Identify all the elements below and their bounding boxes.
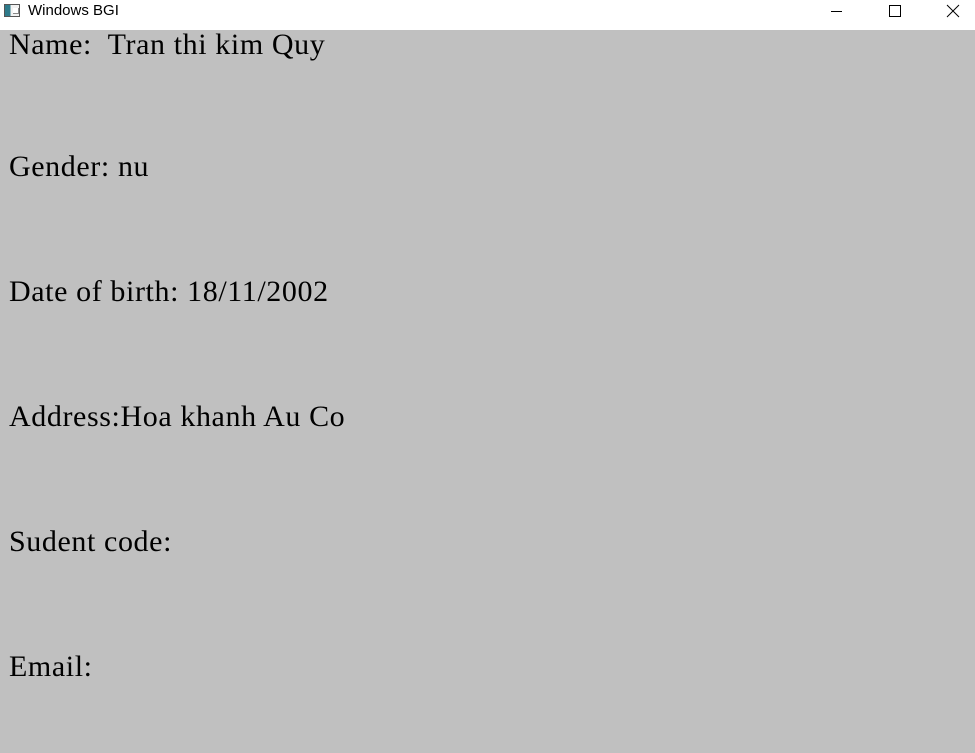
maximize-button[interactable] (866, 0, 924, 22)
name-separator (92, 28, 108, 61)
date-of-birth-label: Date of birth: (9, 275, 180, 308)
email-label: Email: (9, 650, 93, 683)
email-line: Email: (9, 650, 93, 684)
date-of-birth-line: Date of birth: 18/11/2002 (9, 275, 329, 309)
close-button[interactable] (924, 0, 975, 22)
window-title: Windows BGI (28, 2, 119, 19)
date-of-birth-value: 18/11/2002 (187, 275, 329, 308)
address-label: Address: (9, 400, 121, 433)
date-of-birth-separator (179, 275, 187, 308)
address-line: Address:Hoa khanh Au Co (9, 400, 345, 434)
bgi-window: Windows BGI Name: Tran thi kim Quy Gende… (0, 0, 975, 753)
gender-line: Gender: nu (9, 150, 149, 184)
name-line: Name: Tran thi kim Quy (9, 28, 325, 62)
student-code-label: Sudent code: (9, 525, 173, 558)
bgi-canvas: Name: Tran thi kim Quy Gender: nu Date o… (0, 28, 975, 753)
bgi-window-icon[interactable] (4, 4, 20, 17)
gender-value: nu (117, 150, 150, 183)
close-icon (946, 4, 960, 18)
address-value: Hoa khanh Au Co (120, 400, 346, 433)
name-value: Tran thi kim Quy (107, 28, 326, 61)
maximize-icon (889, 5, 901, 17)
minimize-icon (831, 11, 842, 12)
gender-label: Gender: (9, 150, 110, 183)
name-label: Name: (9, 28, 92, 61)
student-code-line: Sudent code: (9, 525, 172, 559)
gender-separator (110, 150, 118, 183)
title-bar[interactable]: Windows BGI (0, 0, 975, 30)
minimize-button[interactable] (808, 0, 866, 22)
